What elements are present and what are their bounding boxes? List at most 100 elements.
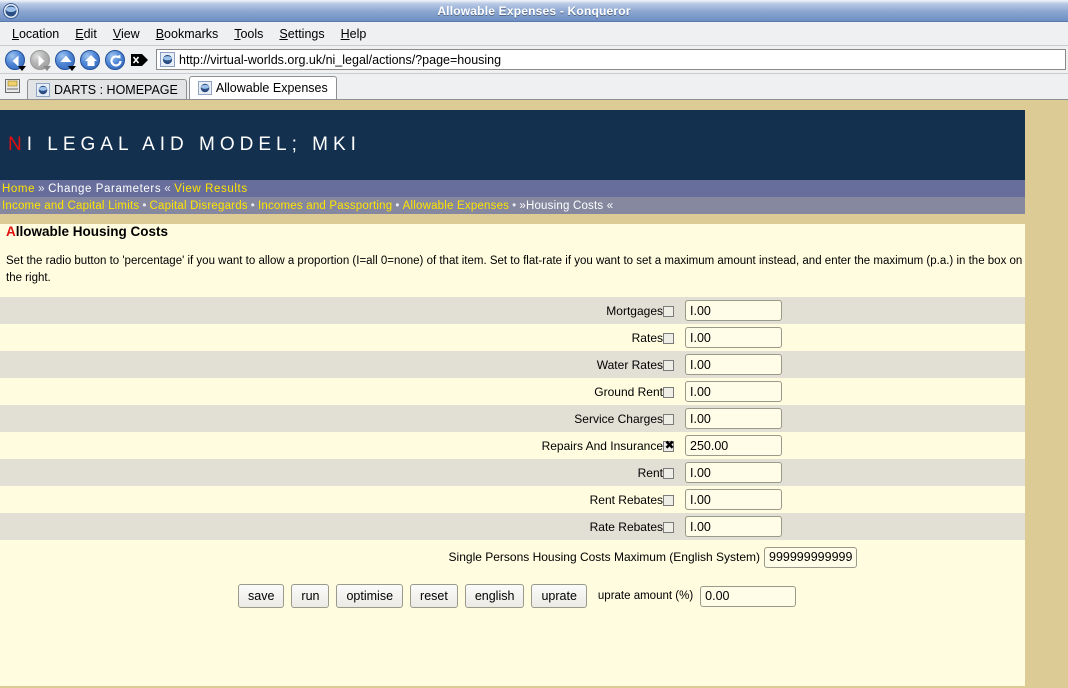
single-persons-max-cell: Single Persons Housing Costs Maximum (En… <box>0 540 1025 574</box>
table-row: Repairs And Insurance <box>0 432 1025 459</box>
menu-item-view[interactable]: View <box>105 25 148 43</box>
nav-home[interactable]: Home <box>2 183 35 195</box>
housing-costs-table: MortgagesRatesWater RatesGround RentServ… <box>0 297 1025 574</box>
primary-nav: Home » Change Parameters « View Results <box>0 180 1025 197</box>
row-gutter <box>0 324 10 351</box>
row-value-cell <box>685 297 1025 324</box>
site-title-initial: N <box>8 134 27 155</box>
tab-list-button[interactable] <box>3 76 25 98</box>
row-label: Rate Rebates <box>10 513 663 540</box>
row-label: Rates <box>10 324 663 351</box>
url-text[interactable]: http://virtual-worlds.org.uk/ni_legal/ac… <box>179 53 501 67</box>
forward-button[interactable] <box>27 47 52 72</box>
page-right-margin <box>1025 110 1068 688</box>
flat-rate-checkbox[interactable] <box>663 495 674 506</box>
subnav-sep: • <box>248 200 258 212</box>
table-row-max: Single Persons Housing Costs Maximum (En… <box>0 540 1025 574</box>
row-value-cell <box>685 459 1025 486</box>
optimise-button[interactable]: optimise <box>336 584 403 608</box>
nav-change-parameters[interactable]: Change Parameters <box>48 183 161 195</box>
subnav-income-and-capital-limits[interactable]: Income and Capital Limits <box>2 200 139 212</box>
reload-button[interactable] <box>102 47 127 72</box>
row-checkbox-cell <box>663 486 685 513</box>
nav-view-results[interactable]: View Results <box>174 183 247 195</box>
tab-darts-homepage[interactable]: DARTS : HOMEPAGE <box>27 79 187 99</box>
flat-rate-checkbox[interactable] <box>663 522 674 533</box>
menu-item-edit[interactable]: Edit <box>67 25 105 43</box>
flat-rate-checkbox[interactable] <box>663 414 674 425</box>
window-titlebar: Allowable Expenses - Konqueror <box>0 0 1068 22</box>
clear-location-button[interactable] <box>127 47 152 72</box>
english-button[interactable]: english <box>465 584 525 608</box>
row-value-cell <box>685 351 1025 378</box>
page-favicon <box>160 52 175 67</box>
amount-input[interactable] <box>685 381 782 402</box>
flat-rate-checkbox[interactable] <box>663 306 674 317</box>
table-row: Service Charges <box>0 405 1025 432</box>
row-gutter <box>0 351 10 378</box>
menu-item-bookmarks[interactable]: Bookmarks <box>148 25 227 43</box>
subnav-housing-costs: »Housing Costs « <box>519 200 613 212</box>
back-button[interactable] <box>2 47 27 72</box>
housing-costs-rows: MortgagesRatesWater RatesGround RentServ… <box>0 297 1025 574</box>
amount-input[interactable] <box>685 462 782 483</box>
menu-item-location[interactable]: Location <box>4 25 67 43</box>
subnav-incomes-and-passporting[interactable]: Incomes and Passporting <box>258 200 392 212</box>
table-row: Rate Rebates <box>0 513 1025 540</box>
amount-input[interactable] <box>685 327 782 348</box>
menu-item-settings[interactable]: Settings <box>271 25 332 43</box>
amount-input[interactable] <box>685 489 782 510</box>
up-button[interactable] <box>52 47 77 72</box>
run-button[interactable]: run <box>291 584 329 608</box>
site-banner: NI LEGAL AID MODEL; MKI <box>0 110 1025 180</box>
nav-sep: » <box>35 183 48 195</box>
row-value-cell <box>685 513 1025 540</box>
menu-item-help[interactable]: Help <box>333 25 375 43</box>
amount-input[interactable] <box>685 300 782 321</box>
table-row: Rent Rebates <box>0 486 1025 513</box>
uprate-button[interactable]: uprate <box>531 584 586 608</box>
tab-favicon <box>36 83 50 97</box>
row-label: Ground Rent <box>10 378 663 405</box>
reset-button[interactable]: reset <box>410 584 458 608</box>
secondary-nav: Income and Capital Limits • Capital Disr… <box>0 197 1025 214</box>
subnav-sep: • <box>139 200 149 212</box>
subnav-allowable-expenses[interactable]: Allowable Expenses <box>403 200 510 212</box>
home-button[interactable] <box>77 47 102 72</box>
row-value-cell <box>685 486 1025 513</box>
row-gutter <box>0 513 10 540</box>
row-label: Water Rates <box>10 351 663 378</box>
flat-rate-checkbox[interactable] <box>663 333 674 344</box>
flat-rate-checkbox[interactable] <box>663 387 674 398</box>
tab-favicon <box>198 81 212 95</box>
save-button[interactable]: save <box>238 584 284 608</box>
uprate-amount-input[interactable] <box>700 586 796 607</box>
single-persons-max-input[interactable] <box>764 547 857 568</box>
forward-dropdown-arrow[interactable] <box>43 66 51 71</box>
row-gutter <box>0 378 10 405</box>
back-dropdown-arrow[interactable] <box>18 66 26 71</box>
menu-item-tools[interactable]: Tools <box>226 25 271 43</box>
page-content: NI LEGAL AID MODEL; MKI Home » Change Pa… <box>0 110 1025 688</box>
flat-rate-checkbox[interactable] <box>663 441 674 452</box>
amount-input[interactable] <box>685 408 782 429</box>
amount-input[interactable] <box>685 435 782 456</box>
row-checkbox-cell <box>663 324 685 351</box>
flat-rate-checkbox[interactable] <box>663 468 674 479</box>
row-checkbox-cell <box>663 459 685 486</box>
menu-bar: Location Edit View Bookmarks Tools Setti… <box>0 22 1068 46</box>
up-dropdown-arrow[interactable] <box>68 66 76 71</box>
row-checkbox-cell <box>663 513 685 540</box>
row-label: Service Charges <box>10 405 663 432</box>
subnav-sep: • <box>392 200 402 212</box>
location-bar[interactable]: http://virtual-worlds.org.uk/ni_legal/ac… <box>156 49 1066 70</box>
flat-rate-checkbox[interactable] <box>663 360 674 371</box>
amount-input[interactable] <box>685 354 782 375</box>
subnav-capital-disregards[interactable]: Capital Disregards <box>150 200 248 212</box>
row-checkbox-cell <box>663 432 685 459</box>
action-button-row: save run optimise reset english uprate u… <box>0 574 1025 618</box>
amount-input[interactable] <box>685 516 782 537</box>
tab-allowable-expenses[interactable]: Allowable Expenses <box>189 76 337 99</box>
page-title-initial: A <box>6 224 16 239</box>
tab-label: Allowable Expenses <box>216 81 328 95</box>
